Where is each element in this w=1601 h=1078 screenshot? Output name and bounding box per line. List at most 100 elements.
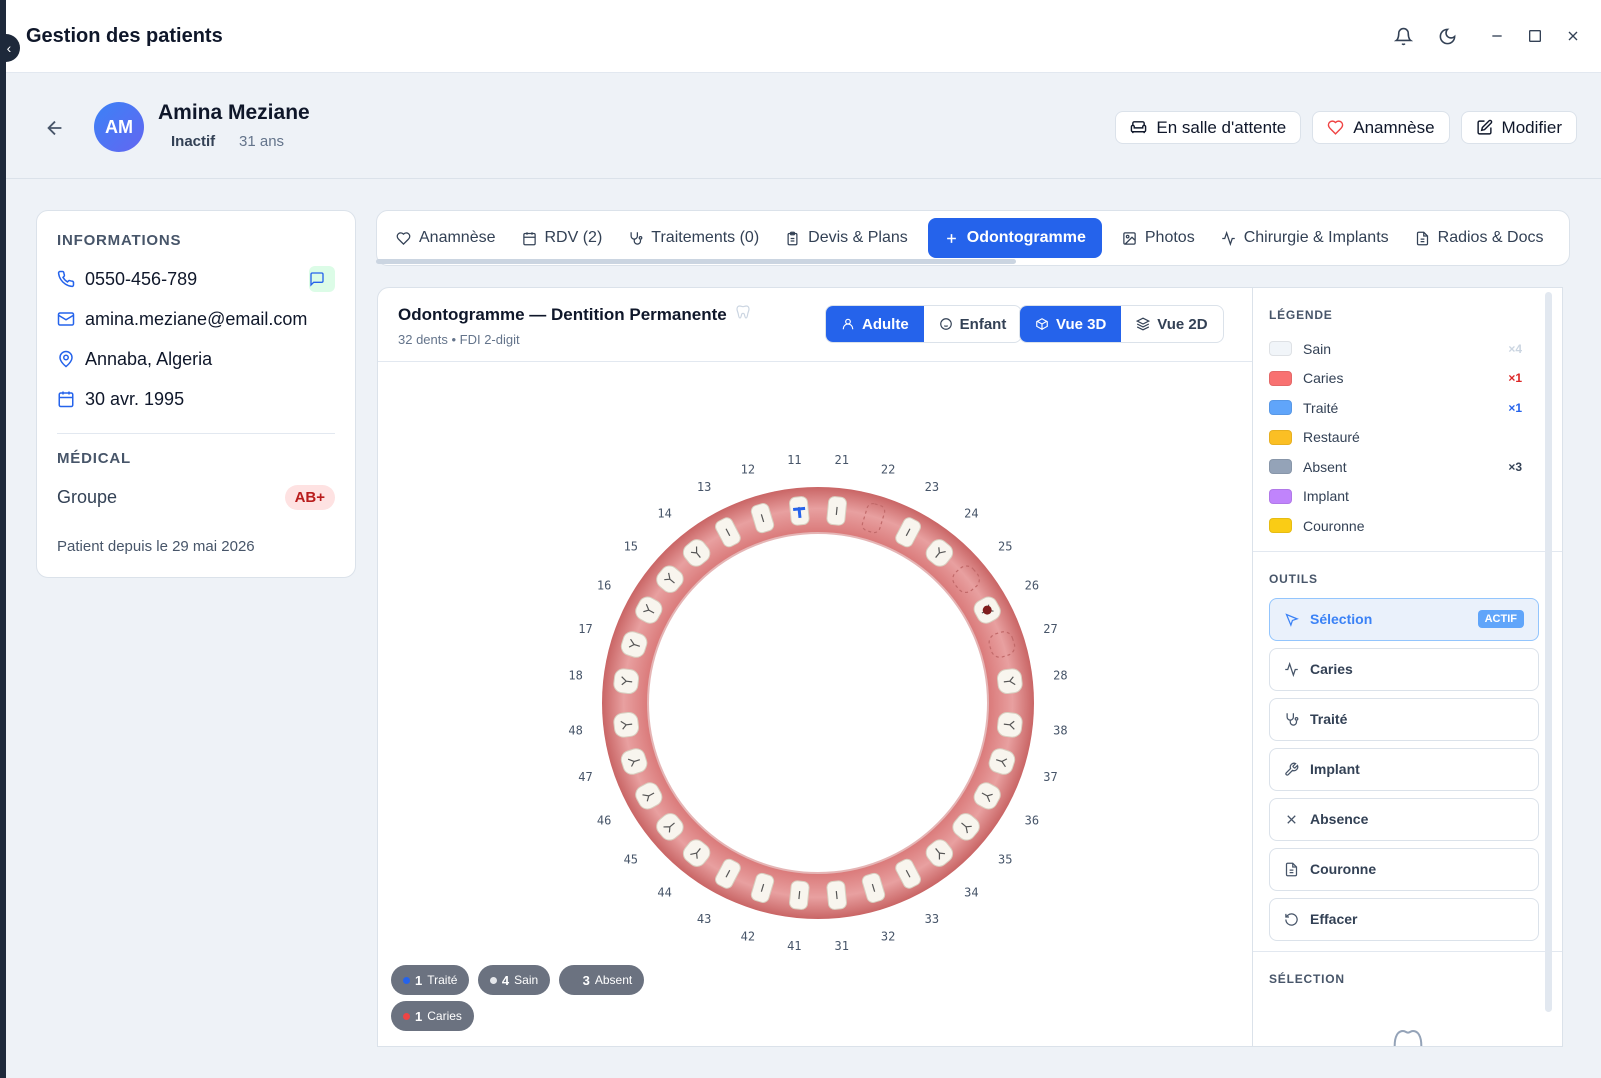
tooth-number-label: 23 <box>925 480 939 494</box>
minimize-icon[interactable] <box>1483 22 1511 50</box>
stat-dot <box>403 976 410 984</box>
legend-swatch <box>1269 518 1292 534</box>
patient-age: 31 ans <box>239 133 285 150</box>
close-icon[interactable] <box>1559 22 1587 50</box>
mail-icon <box>57 312 75 326</box>
tab-devis[interactable]: Devis & Plans <box>785 218 908 258</box>
tooth-21[interactable] <box>826 496 847 526</box>
tooth-11[interactable] <box>789 496 810 526</box>
tabs-scrollbar[interactable] <box>376 259 1016 264</box>
tab-photos[interactable]: Photos <box>1122 218 1195 258</box>
stat-dot <box>403 1012 410 1020</box>
heart-icon <box>1327 120 1344 135</box>
tooth-number-label: 46 <box>597 813 611 827</box>
adult-toggle[interactable]: Adulte <box>826 306 924 342</box>
tool-couronne[interactable]: Couronne <box>1269 847 1539 891</box>
tool-label: Effacer <box>1310 911 1358 927</box>
email-row: amina.meziane@email.com <box>57 299 335 339</box>
waiting-room-button[interactable]: En salle d'attente <box>1115 111 1302 144</box>
activity-icon <box>1221 230 1235 246</box>
tooth-18[interactable] <box>613 668 640 695</box>
legend-item: Traité ×1 <box>1269 393 1546 423</box>
cube-icon <box>1036 318 1048 330</box>
dental-arch[interactable]: 18 17 16 15 14 13 12 11 21 22 23 24 25 26 27 28 48 47 46 45… <box>538 423 1098 983</box>
anamnese-button[interactable]: Anamnèse <box>1312 111 1450 144</box>
tooth-number-label: 37 <box>1043 770 1057 784</box>
tooth-48[interactable] <box>613 711 640 739</box>
legend-label: Traité <box>1303 399 1339 416</box>
phone-value[interactable]: 0550-456-789 <box>85 269 197 290</box>
rotate-ccw-icon <box>1285 912 1298 926</box>
x-icon <box>1287 814 1296 824</box>
calendar-icon <box>522 231 536 245</box>
tooth-number-label: 38 <box>1053 724 1067 738</box>
tool-implant[interactable]: Implant <box>1269 747 1539 791</box>
stat-count: 4 <box>501 972 510 988</box>
tooth-28[interactable] <box>996 668 1024 695</box>
stethoscope-icon <box>630 231 643 245</box>
layers-icon <box>1136 317 1151 331</box>
legend-item: Caries ×1 <box>1269 364 1546 394</box>
status-badge: Inactif <box>171 133 216 150</box>
legend-label: Implant <box>1303 488 1349 505</box>
plus-icon <box>946 233 956 243</box>
tab-chirurgie[interactable]: Chirurgie & Implants <box>1221 218 1389 258</box>
tool-absence[interactable]: Absence <box>1269 797 1539 841</box>
heart-icon <box>396 231 411 245</box>
tool-caries[interactable]: Caries <box>1269 647 1539 691</box>
tab-rdv[interactable]: RDV (2) <box>522 218 602 258</box>
tab-label: Photos <box>1144 229 1195 246</box>
tooth-38[interactable] <box>996 711 1024 739</box>
tooth-number-label: 24 <box>964 506 978 520</box>
tool-selection[interactable]: Sélection ACTIF <box>1269 597 1539 641</box>
view-2d-toggle[interactable]: Vue 2D <box>1121 306 1222 342</box>
tooth-number-label: 48 <box>568 724 582 738</box>
window-title: Gestion des patients <box>26 24 223 47</box>
baby-icon <box>939 318 952 330</box>
legend-swatch <box>1269 341 1292 357</box>
tool-effacer[interactable]: Effacer <box>1269 897 1539 941</box>
dentition-toggle: Adulte Enfant <box>825 305 1023 343</box>
tooth-number-label: 15 <box>624 540 638 554</box>
legend-item: Implant <box>1269 482 1546 512</box>
active-badge: ACTIF <box>1477 610 1524 628</box>
bell-icon[interactable] <box>1389 22 1417 50</box>
tab-odontogramme[interactable]: Odontogramme <box>927 218 1102 258</box>
moon-icon[interactable] <box>1433 22 1461 50</box>
child-toggle[interactable]: Enfant <box>924 306 1022 342</box>
tool-label: Implant <box>1310 761 1360 777</box>
panel-scrollbar[interactable] <box>1545 292 1552 1012</box>
email-value[interactable]: amina.meziane@email.com <box>85 309 307 330</box>
patient-tabs: Anamnèse RDV (2) Traitements (0) Devis &… <box>376 210 1570 266</box>
cursor-icon <box>1285 612 1299 627</box>
tooth-31[interactable] <box>826 880 847 910</box>
stat-label: Traité <box>427 973 458 987</box>
message-button[interactable] <box>309 266 335 292</box>
blood-group-row: Groupe AB+ <box>57 485 335 510</box>
view-3d-toggle[interactable]: Vue 3D <box>1020 306 1122 342</box>
tool-label: Caries <box>1310 661 1353 677</box>
chevron-left-icon: ‹ <box>6 40 12 56</box>
stat-dot <box>489 976 497 984</box>
adult-label: Adulte <box>862 315 909 333</box>
tooth-41[interactable] <box>789 880 810 910</box>
tools-panel: LÉGENDE Sain ×4 Caries ×1 Traité ×1 Restauré Ab… <box>1253 287 1563 1047</box>
tab-label: Chirurgie & Implants <box>1243 229 1389 246</box>
edit-button[interactable]: Modifier <box>1460 111 1577 144</box>
stat-pill-absent: 3 Absent <box>558 965 645 995</box>
tool-traite[interactable]: Traité <box>1269 697 1539 741</box>
tab-radios[interactable]: Radios & Docs <box>1415 218 1543 258</box>
legend-count: ×4 <box>1508 341 1522 356</box>
tooth-number-label: 25 <box>998 540 1012 554</box>
tooth-icon <box>1269 1026 1546 1047</box>
back-button[interactable] <box>44 117 68 141</box>
maximize-icon[interactable] <box>1521 22 1549 50</box>
patient-since: Patient depuis le 29 mai 2026 <box>57 538 255 555</box>
legend-item: Sain ×4 <box>1269 334 1546 364</box>
tooth-number-label: 43 <box>697 912 711 926</box>
tab-traitements[interactable]: Traitements (0) <box>628 218 759 258</box>
arrow-left-icon <box>47 120 62 136</box>
birthdate-value: 30 avr. 1995 <box>85 388 185 409</box>
tab-anamnese[interactable]: Anamnèse <box>396 218 496 258</box>
legend-swatch <box>1269 488 1292 504</box>
